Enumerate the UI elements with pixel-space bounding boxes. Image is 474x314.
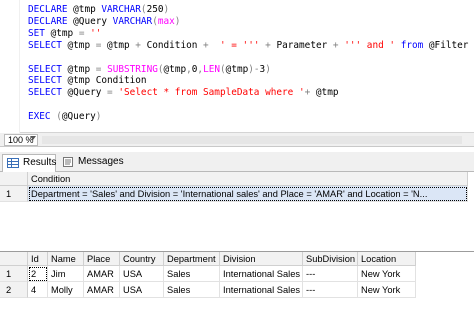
column-header[interactable]: Place: [84, 252, 120, 266]
code-line[interactable]: SELECT @tmp = SUBSTRING(@tmp,0,LEN(@tmp)…: [28, 64, 271, 76]
code-token: '': [90, 27, 102, 39]
code-token: ): [95, 111, 102, 123]
code-token: DECLARE: [28, 4, 68, 15]
code-token: DECLARE: [28, 15, 68, 27]
code-token: Parameter: [270, 39, 333, 51]
code-token: ' = ''': [219, 39, 260, 51]
code-token: @tmp: [101, 39, 136, 51]
code-token: @Query: [67, 15, 113, 27]
code-token: max: [157, 15, 175, 27]
column-header[interactable]: Department: [164, 252, 220, 266]
row-number[interactable]: 1: [0, 266, 28, 282]
column-header[interactable]: Country: [120, 252, 164, 266]
table-cell[interactable]: Sales: [164, 266, 220, 282]
table-cell[interactable]: International Sales: [220, 282, 303, 298]
code-token: SUBSTRING: [107, 63, 158, 75]
messages-icon: [63, 157, 73, 167]
code-line[interactable]: SELECT @tmp = @tmp + Condition + ' = '''…: [28, 40, 468, 52]
table-cell[interactable]: AMAR: [84, 282, 120, 298]
row-number[interactable]: 2: [0, 282, 28, 298]
column-header[interactable]: Location: [358, 252, 416, 266]
code-token: ): [265, 63, 271, 75]
code-token: SELECT: [28, 75, 62, 87]
result-grid-condition[interactable]: Condition 1 Department = 'Sales' and Divis…: [0, 172, 474, 252]
column-header[interactable]: Id: [28, 252, 48, 266]
code-token: )-: [248, 63, 260, 75]
table-cell[interactable]: 2: [28, 266, 48, 282]
sql-code[interactable]: DECLARE @tmp VARCHAR(250) DECLARE @Query …: [0, 0, 474, 133]
table-cell[interactable]: ---: [303, 282, 358, 298]
code-token: @Query: [61, 87, 108, 99]
zoom-dropdown-icon[interactable]: [30, 136, 36, 140]
code-token: 250: [146, 4, 164, 15]
code-token: SELECT: [28, 63, 62, 75]
code-token: 'Select * from SampleData where ': [118, 87, 305, 99]
code-token: from: [400, 39, 424, 51]
code-line[interactable]: SET @tmp = '': [28, 28, 101, 40]
grid-corner[interactable]: [0, 172, 28, 186]
code-token: @tmp: [225, 63, 249, 75]
column-header[interactable]: Condition: [28, 172, 468, 186]
horizontal-scrollbar[interactable]: [42, 136, 462, 144]
editor-status-strip: 100 %: [0, 133, 474, 147]
code-token: ): [163, 4, 170, 15]
code-line[interactable]: EXEC (@Query): [28, 111, 101, 123]
code-token: @tmp: [163, 63, 187, 75]
code-token: Condition: [140, 39, 204, 51]
code-line[interactable]: SELECT @Query = 'Select * from SampleDat…: [28, 87, 339, 99]
code-token: ): [174, 15, 181, 27]
column-header[interactable]: Name: [48, 252, 84, 266]
code-token: @tmp: [44, 27, 79, 39]
column-header[interactable]: SubDivision: [303, 252, 358, 266]
code-token: VARCHAR: [101, 4, 141, 15]
sql-editor[interactable]: DECLARE @tmp VARCHAR(250) DECLARE @Query …: [0, 0, 474, 133]
code-token: EXEC: [28, 111, 51, 123]
table-cell[interactable]: New York: [358, 282, 416, 298]
table-cell[interactable]: New York: [358, 266, 416, 282]
table-cell[interactable]: AMAR: [84, 266, 120, 282]
table-cell[interactable]: 4: [28, 282, 48, 298]
tab-messages-label: Messages: [78, 156, 124, 167]
table-cell[interactable]: Jim: [48, 266, 84, 282]
tab-results-label: Results: [23, 157, 57, 168]
table-cell[interactable]: Sales: [164, 282, 220, 298]
code-token: @tmp Condition: [61, 75, 147, 87]
table-cell[interactable]: Department = 'Sales' and Division = 'Int…: [28, 186, 468, 202]
tab-results[interactable]: Results: [2, 154, 56, 173]
code-token: SELECT: [28, 39, 62, 51]
code-line[interactable]: DECLARE @tmp VARCHAR(250): [28, 4, 169, 16]
grid-icon: [7, 158, 19, 168]
row-number[interactable]: 1: [0, 186, 28, 202]
code-token: @tmp: [67, 4, 102, 15]
table-cell[interactable]: USA: [120, 282, 164, 298]
code-token: LEN: [203, 63, 221, 75]
table-cell[interactable]: USA: [120, 266, 164, 282]
code-token: SET: [28, 27, 45, 39]
code-token: SELECT: [28, 87, 62, 99]
code-token: @tmp: [61, 39, 96, 51]
code-token: @Query: [61, 111, 96, 123]
table-cell[interactable]: ---: [303, 266, 358, 282]
code-line[interactable]: DECLARE @Query VARCHAR(max): [28, 16, 180, 28]
code-line[interactable]: SELECT @tmp Condition: [28, 75, 147, 87]
tab-messages[interactable]: Messages: [58, 154, 124, 172]
column-header[interactable]: Division: [220, 252, 303, 266]
code-token: ''' and ': [344, 39, 396, 51]
code-token: @tmp: [61, 63, 96, 75]
table-cell[interactable]: Molly: [48, 282, 84, 298]
code-token: VARCHAR: [112, 15, 153, 27]
grid-corner[interactable]: [0, 252, 28, 266]
table-cell[interactable]: International Sales: [220, 266, 303, 282]
code-token: @Filter: [423, 39, 469, 51]
results-tab-bar: Results Messages: [0, 152, 474, 173]
code-token: @tmp: [310, 87, 339, 99]
result-grid-sampledata[interactable]: Id Name Place Country Department Division SubD…: [0, 252, 474, 314]
